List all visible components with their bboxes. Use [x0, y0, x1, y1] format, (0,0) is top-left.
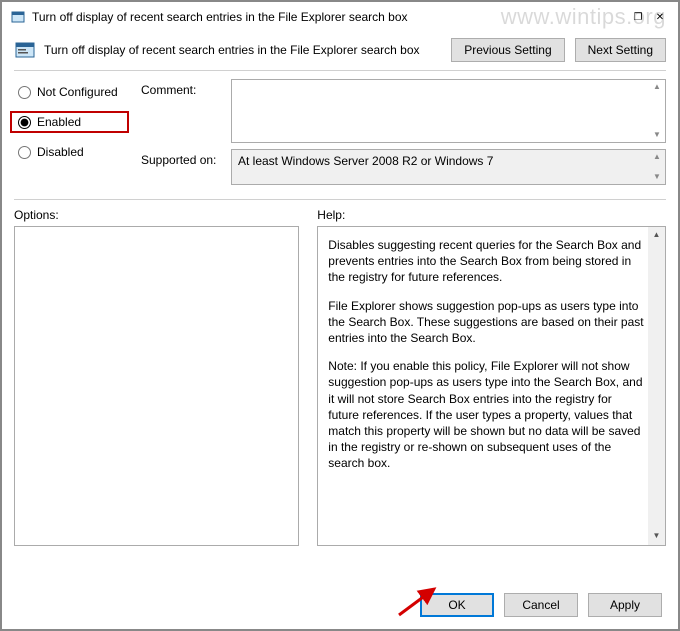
radio-enabled[interactable]: Enabled: [10, 111, 129, 133]
radio-not-configured-input[interactable]: [18, 86, 31, 99]
help-paragraph-2: File Explorer shows suggestion pop-ups a…: [328, 298, 645, 347]
header-row: Turn off display of recent search entrie…: [6, 28, 674, 62]
help-label: Help:: [317, 208, 666, 222]
supported-on-text: At least Windows Server 2008 R2 or Windo…: [232, 150, 665, 172]
radio-not-configured-label: Not Configured: [37, 85, 118, 99]
comment-label: Comment:: [141, 79, 221, 97]
help-paragraph-1: Disables suggesting recent queries for t…: [328, 237, 645, 286]
policy-icon-large: [14, 39, 36, 61]
radio-not-configured[interactable]: Not Configured: [14, 83, 129, 101]
close-icon[interactable]: ✕: [650, 9, 670, 25]
restore-icon[interactable]: ❐: [628, 9, 648, 25]
previous-setting-button[interactable]: Previous Setting: [451, 38, 564, 62]
supported-scroll[interactable]: ▲▼: [649, 150, 665, 184]
comment-scroll[interactable]: ▲▼: [649, 80, 665, 142]
radio-disabled-input[interactable]: [18, 146, 31, 159]
policy-icon: [10, 9, 26, 25]
radio-enabled-label: Enabled: [37, 115, 81, 129]
apply-button[interactable]: Apply: [588, 593, 662, 617]
options-label: Options:: [14, 208, 299, 222]
supported-label: Supported on:: [141, 149, 221, 167]
comment-textarea[interactable]: ▲▼: [231, 79, 666, 143]
next-setting-button[interactable]: Next Setting: [575, 38, 666, 62]
options-panel: [14, 226, 299, 546]
dialog-footer: OK Cancel Apply: [420, 593, 662, 617]
state-radio-group: Not Configured Enabled Disabled: [14, 79, 129, 191]
window-title: Turn off display of recent search entrie…: [32, 10, 626, 24]
radio-enabled-input[interactable]: [18, 116, 31, 129]
help-paragraph-3: Note: If you enable this policy, File Ex…: [328, 358, 645, 471]
radio-disabled[interactable]: Disabled: [14, 143, 129, 161]
help-scrollbar[interactable]: ▲▼: [648, 227, 665, 545]
dialog-window: Turn off display of recent search entrie…: [6, 6, 674, 625]
help-panel: Disables suggesting recent queries for t…: [317, 226, 666, 546]
titlebar: Turn off display of recent search entrie…: [6, 6, 674, 28]
cancel-button[interactable]: Cancel: [504, 593, 578, 617]
radio-disabled-label: Disabled: [37, 145, 84, 159]
supported-on-box: At least Windows Server 2008 R2 or Windo…: [231, 149, 666, 185]
header-title: Turn off display of recent search entrie…: [44, 43, 443, 57]
ok-button[interactable]: OK: [420, 593, 494, 617]
